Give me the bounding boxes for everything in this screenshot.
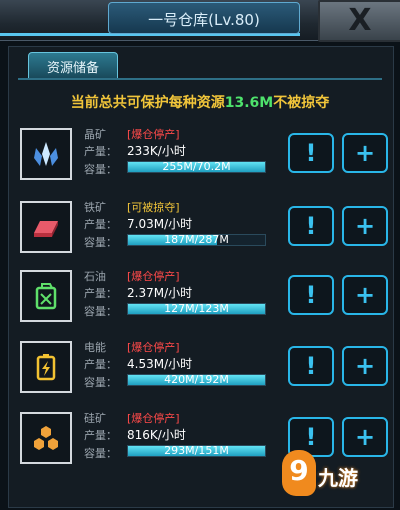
info-button[interactable]: ! <box>288 275 334 315</box>
close-button[interactable]: X <box>318 0 400 42</box>
status-badge: [爆仓停产] <box>127 412 180 425</box>
protected-amount: 13.6M <box>224 95 274 111</box>
resource-name: 电能 <box>84 341 106 354</box>
resource-row-crystal: 晶矿 产量： 容量： [爆仓停产] 233K/小时 255M/70.2M ! + <box>16 123 392 187</box>
capacity-bar: 127M/123M <box>127 302 266 315</box>
info-button[interactable]: ! <box>288 133 334 173</box>
resource-row-power: 电能 产量： 容量： [爆仓停产] 4.53M/小时 420M/192M ! + <box>16 336 392 400</box>
capacity-label: 容量： <box>84 236 117 249</box>
title-bar: 一号仓库(Lv.80) X <box>0 0 400 42</box>
capacity-bar: 255M/70.2M <box>127 160 266 173</box>
add-button[interactable]: + <box>342 133 388 173</box>
add-button[interactable]: + <box>342 275 388 315</box>
exclamation-icon: ! <box>305 423 317 451</box>
resource-name: 硅矿 <box>84 412 106 425</box>
battery-icon <box>20 341 72 393</box>
plus-icon: + <box>354 423 376 451</box>
plus-icon: + <box>354 352 376 380</box>
capacity-bar: 420M/192M <box>127 373 266 386</box>
production-rate: 233K/小时 <box>127 144 186 158</box>
plus-icon: + <box>354 212 376 240</box>
add-button[interactable]: + <box>342 206 388 246</box>
capacity-label: 容量： <box>84 163 117 176</box>
status-badge: [爆仓停产] <box>127 341 180 354</box>
production-label: 产量： <box>84 429 117 442</box>
production-rate: 7.03M/小时 <box>127 217 193 231</box>
exclamation-icon: ! <box>305 352 317 380</box>
watermark-logo: 9 九游 <box>276 448 398 508</box>
title-plate: 一号仓库(Lv.80) <box>108 2 300 34</box>
watermark-brand: 九游 <box>318 466 358 490</box>
production-rate: 816K/小时 <box>127 428 186 442</box>
iron-ingot-icon <box>20 201 72 253</box>
watermark-number: 9 <box>289 454 309 487</box>
status-badge: [爆仓停产] <box>127 270 180 283</box>
info-button[interactable]: ! <box>288 206 334 246</box>
production-label: 产量： <box>84 145 117 158</box>
production-label: 产量： <box>84 287 117 300</box>
tab-resource-reserve[interactable]: 资源储备 <box>28 52 118 80</box>
capacity-text: 187M/287M <box>164 233 229 246</box>
capacity-text: 127M/123M <box>164 302 229 315</box>
silicon-hex-icon <box>20 412 72 464</box>
resource-name: 石油 <box>84 270 106 283</box>
capacity-text: 293M/151M <box>164 444 229 457</box>
notice-prefix: 当前总共可保护每种资源 <box>70 95 225 111</box>
capacity-text: 420M/192M <box>164 373 229 386</box>
exclamation-icon: ! <box>305 212 317 240</box>
resource-name: 铁矿 <box>84 201 106 214</box>
status-badge: [可被掠夺] <box>127 201 180 214</box>
capacity-text: 255M/70.2M <box>162 160 231 173</box>
capacity-bar: 293M/151M <box>127 444 266 457</box>
info-button[interactable]: ! <box>288 346 334 386</box>
oil-can-icon <box>20 270 72 322</box>
resource-row-oil: 石油 产量： 容量： [爆仓停产] 2.37M/小时 127M/123M ! + <box>16 265 392 329</box>
plus-icon: + <box>354 139 376 167</box>
capacity-label: 容量： <box>84 447 117 460</box>
capacity-label: 容量： <box>84 305 117 318</box>
close-icon: X <box>348 3 372 38</box>
crystal-icon <box>20 128 72 180</box>
production-label: 产量： <box>84 218 117 231</box>
resource-row-iron: 铁矿 产量： 容量： [可被掠夺] 7.03M/小时 187M/287M ! + <box>16 196 392 260</box>
resource-name: 晶矿 <box>84 128 106 141</box>
tab-underline <box>18 78 382 80</box>
notice-suffix: 不被掠夺 <box>273 95 330 111</box>
production-rate: 2.37M/小时 <box>127 286 193 300</box>
capacity-bar: 187M/287M <box>127 233 266 246</box>
status-badge: [爆仓停产] <box>127 128 180 141</box>
window-title: 一号仓库(Lv.80) <box>148 11 260 29</box>
add-button[interactable]: + <box>342 346 388 386</box>
plus-icon: + <box>354 281 376 309</box>
exclamation-icon: ! <box>305 139 317 167</box>
production-rate: 4.53M/小时 <box>127 357 193 371</box>
tab-label: 资源储备 <box>46 61 99 76</box>
protection-notice: 当前总共可保护每种资源13.6M不被掠夺 <box>0 92 400 112</box>
capacity-label: 容量： <box>84 376 117 389</box>
exclamation-icon: ! <box>305 281 317 309</box>
production-label: 产量： <box>84 358 117 371</box>
